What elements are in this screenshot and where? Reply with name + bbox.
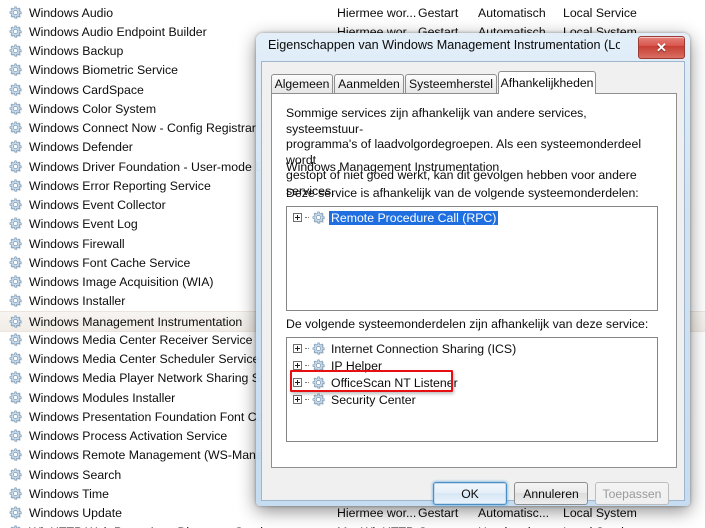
service-gear-icon [7,447,23,463]
service-gear-icon [7,351,23,367]
service-desc-cell: Hiermee wor... [337,5,417,20]
service-logon-cell: Local System [563,505,637,520]
service-column-row-top-0: Hiermee wor... Gestart Automatisch Local Se… [0,3,705,22]
service-status-cell: Gestart [418,5,459,20]
service-gear-icon [7,101,23,117]
screen-root: Windows Audio Windows Audio Endpoint Buil… [0,0,705,528]
service-gear-icon [7,467,23,483]
service-gear-icon [7,293,23,309]
depends-on-label: Deze service is afhankelijk van de volge… [286,186,639,200]
service-gear-icon [310,341,326,357]
service-startup-cell: Automatisch [478,5,546,20]
close-icon: ✕ [656,40,667,55]
tree-connector-line [305,347,309,350]
expand-plus-icon[interactable] [293,378,302,387]
dependents-listbox[interactable]: Internet Connection Sharing (ICS) IP Help… [286,337,658,442]
expand-plus-icon[interactable] [293,213,302,222]
service-gear-icon [7,486,23,502]
dependents-label: De volgende systeemonderdelen zijn afhan… [286,317,649,331]
service-gear-icon [7,197,23,213]
service-gear-icon [7,236,23,252]
ok-button[interactable]: OK [433,482,507,505]
tab-afhankelijkheden[interactable]: Afhankelijkheden [498,71,596,94]
dependent-item[interactable]: OfficeScan NT Listener [287,374,657,391]
dependency-label: Remote Procedure Call (RPC) [329,210,499,225]
tab-algemeen[interactable]: Algemeen [271,74,333,93]
service-gear-icon [310,375,326,391]
dependency-item[interactable]: Remote Procedure Call (RPC) [287,209,657,226]
service-gear-icon [310,392,326,408]
service-gear-icon [7,409,23,425]
service-logon-cell: Local Service [563,5,637,20]
dialog-title-bar: Eigenschappen van Windows Management Ins… [256,33,690,61]
depends-on-listbox[interactable]: Remote Procedure Call (RPC) [286,206,658,311]
dialog-client-area: Algemeen Aanmelden Systeemherstel Afhankeli… [261,61,685,505]
tab-systeemherstel[interactable]: Systeemherstel [405,74,497,93]
service-gear-icon [7,139,23,155]
tree-connector-line [305,398,309,401]
service-gear-icon [7,178,23,194]
tab-page-afhankelijkheden: Sommige services zijn afhankelijk van an… [271,93,677,468]
dependent-label: Security Center [331,392,416,407]
service-gear-icon [7,255,23,271]
service-gear-icon [7,62,23,78]
expand-plus-icon[interactable] [293,361,302,370]
service-gear-icon [7,314,23,330]
service-status-cell: Gestart [418,505,459,520]
service-gear-icon [7,216,23,232]
tab-strip[interactable]: Algemeen Aanmelden Systeemherstel Afhankeli… [271,71,677,94]
service-gear-icon [7,332,23,348]
service-properties-dialog: Eigenschappen van Windows Management Ins… [256,33,690,506]
apply-button: Toepassen [595,482,669,505]
service-gear-icon [310,358,326,374]
service-gear-icon [7,120,23,136]
dependent-label: IP Helper [331,358,383,373]
service-gear-icon [7,524,23,528]
service-desc-cell: Hiermee wor... [337,505,417,520]
tab-aanmelden[interactable]: Aanmelden [334,74,404,93]
service-gear-icon [7,274,23,290]
service-gear-icon [7,159,23,175]
service-gear-icon [7,390,23,406]
service-gear-icon [310,210,326,226]
dependent-label: OfficeScan NT Listener [331,375,458,390]
service-gear-icon [7,43,23,59]
service-name-label: Windows Management Instrumentation [286,160,500,174]
tree-connector-line [305,364,309,367]
service-gear-icon [7,428,23,444]
dialog-title: Eigenschappen van Windows Management Ins… [268,38,620,52]
dependent-item[interactable]: Security Center [287,391,657,408]
dependent-label: Internet Connection Sharing (ICS) [331,341,517,356]
tree-connector-line [305,381,309,384]
service-startup-cell: Automatisc... [478,505,550,520]
dependent-item[interactable]: Internet Connection Sharing (ICS) [287,340,657,357]
service-row[interactable]: WinHTTP Web Proxy Auto-Discovery Service… [0,523,705,528]
tree-connector-line [305,216,309,219]
expand-plus-icon[interactable] [293,344,302,353]
cancel-button[interactable]: Annuleren [514,482,588,505]
close-window-button[interactable]: ✕ [638,36,685,59]
dependent-item[interactable]: IP Helper [287,357,657,374]
expand-plus-icon[interactable] [293,395,302,404]
service-gear-icon [7,370,23,386]
service-gear-icon [7,82,23,98]
